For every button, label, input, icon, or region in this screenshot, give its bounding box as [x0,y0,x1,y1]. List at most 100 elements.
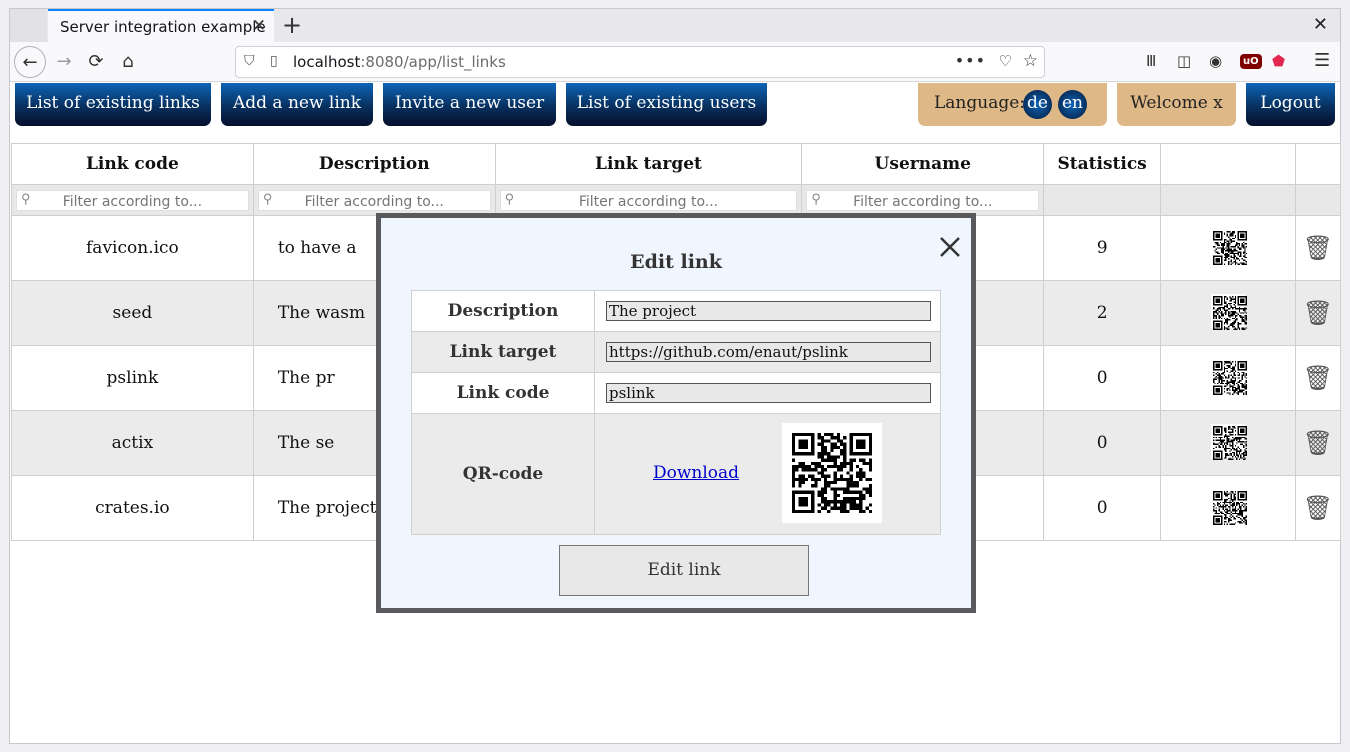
qr-thumbnail-graphic [1213,230,1248,265]
delete-cell: 🗑 [1294,475,1342,541]
tab-close-icon[interactable]: ✕ [252,16,266,36]
page-info-icon[interactable]: ▯ [270,53,278,69]
language-selector: Language: de en [918,83,1107,126]
language-de-button[interactable]: de [1023,90,1052,119]
qr-cell[interactable] [1160,410,1296,476]
trash-icon[interactable]: 🗑 [1303,429,1333,457]
filter-box: ⚲ [806,189,1040,211]
link-target-field[interactable] [606,342,931,362]
invite-user-button[interactable]: Invite a new user [383,83,556,126]
delete-cell: 🗑 [1294,280,1342,346]
search-icon: ⚲ [21,191,31,207]
qr-thumbnail[interactable] [1211,293,1248,330]
logout-button[interactable]: Logout [1246,83,1335,126]
language-en-button[interactable]: en [1058,90,1087,119]
link-code-cell[interactable]: seed [11,280,254,346]
url-text[interactable]: localhost:8080/app/list_links [293,53,506,71]
header-description[interactable]: Description [252,143,496,185]
add-link-button[interactable]: Add a new link [221,83,373,126]
bookmark-star-icon[interactable]: ☆ [1023,51,1038,71]
qr-thumbnail[interactable] [1211,358,1248,395]
header-username[interactable]: Username [801,143,1045,185]
filter-box: ⚲ [257,189,491,211]
qr-cell[interactable] [1160,345,1296,411]
trash-icon[interactable]: 🗑 [1303,299,1333,327]
home-icon[interactable]: ⌂ [112,46,144,78]
url-bar[interactable]: ⛉ ▯ localhost:8080/app/list_links ••• ♡ … [235,46,1045,78]
ublock-icon[interactable]: uO [1240,54,1262,69]
url-path: :8080/app/list_links [360,53,506,71]
qr-thumbnail[interactable] [1211,488,1248,525]
browser-window: Server integration example ✕ + ✕ ← → ⟳ ⌂… [9,8,1342,744]
qr-thumbnail-graphic [1213,425,1248,460]
header-delete [1294,143,1342,185]
trash-icon[interactable]: 🗑 [1303,364,1333,392]
tab-title: Server integration example [60,18,266,36]
description-field[interactable] [606,301,931,321]
filter-box: ⚲ [16,189,249,211]
account-icon[interactable]: ◉ [1209,52,1222,70]
filter-cell: ⚲ [11,184,254,216]
trash-icon[interactable]: 🗑 [1303,234,1333,262]
reload-icon[interactable]: ⟳ [80,46,112,78]
filter-cell: ⚲ [494,184,803,216]
filter-cell-empty [1160,184,1296,216]
link-code-label: Link code [411,372,595,414]
navigation-bar: ← → ⟳ ⌂ ⛉ ▯ localhost:8080/app/list_link… [10,42,1340,82]
download-link[interactable]: Download [653,463,739,483]
filter-link-code-input[interactable] [17,192,248,211]
tab-strip-spacer [10,9,47,42]
header-statistics[interactable]: Statistics [1043,143,1162,185]
qr-cell[interactable] [1160,280,1296,346]
new-tab-icon[interactable]: + [282,11,302,39]
statistics-cell: 9 [1043,215,1162,281]
page-actions-icon[interactable]: ••• [955,51,986,70]
qr-thumbnail[interactable] [1211,423,1248,460]
header-link-target[interactable]: Link target [494,143,803,185]
description-cell [594,290,941,332]
list-links-button[interactable]: List of existing links [15,83,211,126]
qr-thumbnail-graphic [1213,295,1248,330]
filter-link-target-input[interactable] [500,192,797,211]
link-code-cell[interactable]: pslink [11,345,254,411]
link-code-cell[interactable]: crates.io [11,475,254,541]
trash-icon[interactable]: 🗑 [1303,494,1333,522]
sidebar-icon[interactable]: ◫ [1177,52,1191,70]
back-arrow-icon[interactable]: ← [14,46,46,78]
link-code-cell[interactable]: favicon.ico [11,215,254,281]
menu-icon[interactable]: ☰ [1314,50,1330,71]
qr-cell[interactable] [1160,475,1296,541]
statistics-cell: 2 [1043,280,1162,346]
list-users-button[interactable]: List of existing users [566,83,767,126]
url-host: localhost [293,53,361,71]
tab-active[interactable]: Server integration example ✕ [48,9,274,42]
window-close-icon[interactable]: ✕ [1313,14,1328,35]
link-target-label: Link target [411,331,595,373]
edit-link-dialog: Edit link Description Link target Link c… [376,213,976,613]
extension-icon[interactable]: ⬟ [1272,52,1285,70]
tab-strip: Server integration example ✕ + ✕ [10,9,1340,42]
qr-cell[interactable] [1160,215,1296,281]
search-icon: ⚲ [811,191,821,207]
qr-thumbnail[interactable] [1211,228,1248,265]
filter-username-input[interactable] [807,192,1039,211]
edit-link-submit-button[interactable]: Edit link [559,545,809,596]
forward-arrow-icon[interactable]: → [48,46,80,78]
tracking-shield-icon[interactable]: ⛉ [244,53,255,69]
edit-form: Description Link target Link code QR-cod… [411,290,941,535]
link-code-cell[interactable]: actix [11,410,254,476]
qr-code-label: QR-code [411,413,595,535]
welcome-badge: Welcome x [1117,83,1236,126]
pocket-icon[interactable]: ♡ [999,52,1012,70]
library-icon[interactable]: Ⅲ [1146,52,1156,70]
statistics-cell: 0 [1043,345,1162,411]
filter-cell: ⚲ [801,184,1045,216]
description-label: Description [411,290,595,332]
search-icon: ⚲ [504,191,515,207]
delete-cell: 🗑 [1294,215,1342,281]
qr-code-graphic [792,433,872,513]
filter-cell-empty [1043,184,1162,216]
link-code-field[interactable] [606,383,931,403]
header-link-code[interactable]: Link code [11,143,254,185]
filter-description-input[interactable] [258,192,490,211]
